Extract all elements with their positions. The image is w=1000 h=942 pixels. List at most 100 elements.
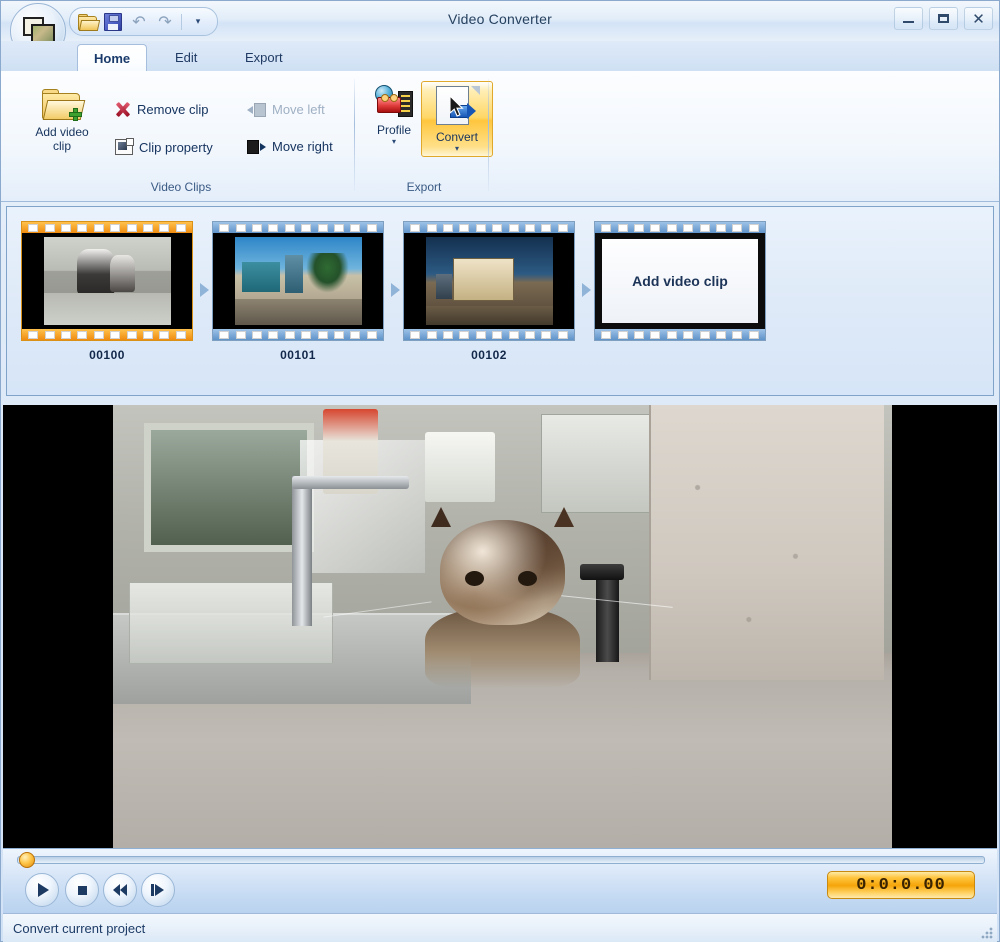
film-perforations-bottom [404, 329, 574, 340]
move-left-label: Move left [272, 102, 325, 117]
film-perforations-top [22, 222, 192, 233]
remove-clip-x-icon [115, 102, 131, 117]
customize-qat-button[interactable]: ▾ [186, 11, 210, 33]
clip-label: 00101 [212, 348, 384, 362]
film-perforations-top [404, 222, 574, 233]
tab-home-label: Home [94, 51, 130, 66]
convert-label: Convert [436, 130, 478, 144]
play-button[interactable] [25, 873, 59, 907]
mouse-cursor-icon [450, 96, 464, 118]
clip-item[interactable]: 00100 [21, 221, 193, 362]
move-right-icon [247, 140, 266, 154]
add-video-clip-placeholder-label: Add video clip [602, 239, 758, 323]
seek-bar[interactable] [17, 856, 985, 864]
redo-arrow-icon: ↷ [158, 14, 171, 30]
film-perforations-bottom [22, 329, 192, 340]
tab-export[interactable]: Export [229, 44, 299, 71]
next-button[interactable] [141, 873, 175, 907]
application-window: ↶ ↷ ▾ Video Converter ✕ Home [0, 0, 1000, 942]
clip-filmstrip[interactable] [212, 221, 384, 341]
film-perforations-top [595, 222, 765, 233]
clip-item[interactable]: 00102 [403, 221, 575, 362]
clip-item[interactable]: 00101 [212, 221, 384, 362]
previous-button[interactable] [103, 873, 137, 907]
tab-home[interactable]: Home [77, 44, 147, 72]
close-button[interactable]: ✕ [964, 7, 993, 30]
video-preview-area[interactable] [3, 405, 997, 848]
film-photo-icon [23, 17, 53, 43]
tab-edit-label: Edit [175, 50, 197, 65]
clip-thumbnail-empty: Add video clip [595, 233, 765, 329]
convert-button[interactable]: Convert ▾ [421, 81, 493, 157]
tab-edit[interactable]: Edit [159, 44, 213, 71]
add-video-clip-label-line2: clip [53, 139, 71, 153]
player-control-bar: 0:0:0.00 [3, 848, 997, 914]
move-right-label: Move right [272, 139, 333, 154]
quick-access-toolbar: ↶ ↷ ▾ [69, 7, 218, 36]
add-video-clip-icon [41, 87, 83, 121]
ribbon-group-label-video-clips: Video Clips [7, 180, 355, 194]
ribbon-tab-strip: Home Edit Export [1, 41, 999, 72]
ribbon-group-video-clips: Add video clip Remove clip Clip property [7, 75, 355, 197]
profile-dropdown-chevron-down-icon[interactable]: ▾ [392, 138, 396, 145]
time-display: 0:0:0.00 [827, 871, 975, 899]
storyboard-clip-strip[interactable]: 00100 00101 [6, 206, 994, 396]
video-frame [113, 405, 892, 848]
maximize-button[interactable] [929, 7, 958, 30]
open-button[interactable] [75, 11, 99, 33]
window-controls: ✕ [894, 7, 993, 30]
save-button[interactable] [101, 11, 125, 33]
ribbon: Add video clip Remove clip Clip property [1, 71, 999, 202]
add-video-clip-button[interactable]: Add video clip [11, 83, 113, 157]
fast-forward-icon [151, 884, 165, 896]
title-bar: ↶ ↷ ▾ Video Converter ✕ [1, 1, 999, 41]
add-video-clip-placeholder[interactable]: Add video clip [594, 221, 766, 341]
clip-separator-arrow-icon [200, 283, 209, 297]
convert-dropdown-chevron-down-icon[interactable]: ▾ [455, 145, 459, 152]
clip-label: 00102 [403, 348, 575, 362]
clip-separator-arrow-icon [582, 283, 591, 297]
tab-export-label: Export [245, 50, 283, 65]
film-perforations-top [213, 222, 383, 233]
ribbon-group-export: Profile ▾ Convert ▾ Export [359, 75, 489, 197]
ribbon-group-label-export: Export [359, 180, 489, 194]
film-perforations-bottom [213, 329, 383, 340]
video-scene [113, 405, 892, 848]
clip-filmstrip-selected[interactable] [21, 221, 193, 341]
qat-separator [181, 14, 182, 30]
profile-button[interactable]: Profile ▾ [361, 81, 427, 149]
move-right-button[interactable]: Move right [243, 137, 337, 156]
profile-icon [375, 85, 413, 119]
minimize-button[interactable] [894, 7, 923, 30]
clip-thumbnail [213, 233, 383, 329]
resize-grip[interactable] [980, 926, 994, 940]
add-video-clip-label-line1: Add video [35, 125, 88, 139]
open-folder-icon [78, 14, 97, 30]
status-text: Convert current project [13, 921, 145, 936]
clip-thumbnail [22, 233, 192, 329]
rewind-icon [113, 884, 127, 896]
undo-arrow-icon: ↶ [132, 14, 145, 30]
undo-button[interactable]: ↶ [127, 11, 151, 33]
move-left-button: Move left [243, 100, 329, 119]
remove-clip-button[interactable]: Remove clip [111, 100, 213, 119]
stop-button[interactable] [65, 873, 99, 907]
clip-thumbnail [404, 233, 574, 329]
clip-separator-arrow-icon [391, 283, 400, 297]
chevron-down-icon: ▾ [196, 16, 201, 27]
status-bar: Convert current project [3, 913, 997, 942]
remove-clip-label: Remove clip [137, 102, 209, 117]
clip-property-icon [115, 139, 133, 155]
stop-icon [78, 886, 87, 895]
group-separator [488, 79, 489, 191]
clip-filmstrip[interactable] [403, 221, 575, 341]
redo-button[interactable]: ↷ [153, 11, 177, 33]
clip-filmstrip-empty[interactable]: Add video clip [594, 221, 766, 341]
save-floppy-icon [104, 13, 122, 31]
clip-property-button[interactable]: Clip property [111, 137, 217, 157]
clip-property-label: Clip property [139, 140, 213, 155]
seek-playhead-handle[interactable] [19, 852, 35, 868]
play-icon [38, 883, 49, 897]
group-separator [354, 79, 355, 191]
profile-label: Profile [377, 123, 411, 137]
